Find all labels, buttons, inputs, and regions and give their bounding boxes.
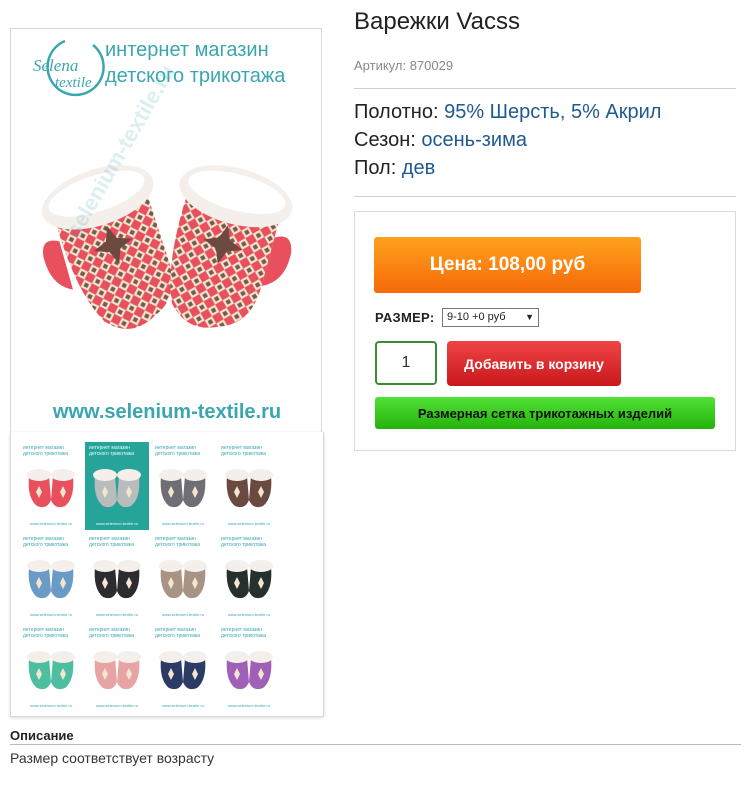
- thumb-header: интернет магазин детского трикотажа: [89, 627, 135, 639]
- thumb-header: интернет магазин детского трикотажа: [89, 536, 135, 548]
- thumb-header: интернет магазин детского трикотажа: [23, 445, 69, 457]
- thumb-mittens-icon: [93, 560, 141, 599]
- thumb-mittens-icon: [159, 651, 207, 690]
- thumb-url: www.selenium-textile.ru: [95, 612, 138, 617]
- sku-label: Артикул:: [354, 58, 407, 73]
- size-selected-value: 9-10 +0 руб: [447, 311, 506, 323]
- attribute-value: 95% Шерсть, 5% Акрил: [444, 101, 662, 123]
- thumb-mittens-icon: [225, 651, 273, 690]
- price-button[interactable]: Цена: 108,00 руб: [374, 237, 641, 293]
- thumb-grey[interactable]: интернет магазин детского трикотажа www.s…: [85, 442, 149, 530]
- size-label: РАЗМЕР:: [375, 310, 435, 325]
- thumb-url: www.selenium-textile.ru: [29, 521, 72, 526]
- thumb-url: www.selenium-textile.ru: [29, 703, 72, 708]
- thumb-header: интернет магазин детского трикотажа: [221, 536, 267, 548]
- attribute-label: Сезон:: [354, 129, 416, 151]
- thumb-header: интернет магазин детского трикотажа: [155, 627, 201, 639]
- thumb-black[interactable]: интернет магазин детского трикотажа www.s…: [85, 533, 149, 621]
- chevron-down-icon: ▼: [525, 312, 534, 322]
- thumb-url: www.selenium-textile.ru: [95, 703, 138, 708]
- divider: [354, 196, 736, 197]
- shop-tagline-line1: интернет магазин: [105, 39, 269, 61]
- thumb-dark-grey[interactable]: интернет магазин детского трикотажа www.s…: [151, 442, 215, 530]
- thumb-url: www.selenium-textile.ru: [227, 612, 270, 617]
- thumb-mittens-icon: [225, 560, 273, 599]
- site-url: www.selenium-textile.ru: [52, 401, 282, 423]
- thumb-mittens-icon: [27, 651, 75, 690]
- attribute-value: осень-зима: [421, 129, 527, 151]
- mittens-illustration: [41, 165, 293, 329]
- thumb-black-green[interactable]: интернет магазин детского трикотажа www.s…: [217, 533, 281, 621]
- product-title: Варежки Vacss: [354, 8, 520, 35]
- attribute-gender: Пол: дев: [354, 157, 435, 180]
- thumb-header: интернет магазин детского трикотажа: [23, 536, 69, 548]
- thumb-header: интернет магазин детского трикотажа: [89, 445, 135, 457]
- thumb-brown[interactable]: интернет магазин детского трикотажа www.s…: [217, 442, 281, 530]
- sku: Артикул: 870029: [354, 58, 453, 73]
- thumb-header: интернет магазин детского трикотажа: [23, 627, 69, 639]
- thumb-url: www.selenium-textile.ru: [227, 521, 270, 526]
- description-text: Размер соответствует возрасту: [10, 750, 215, 766]
- thumbnail-grid: интернет магазин детского трикотажа www.s…: [10, 432, 324, 717]
- thumb-mittens-icon: [27, 560, 75, 599]
- attribute-fabric: Полотно: 95% Шерсть, 5% Акрил: [354, 101, 661, 124]
- attribute-label: Пол:: [354, 157, 397, 179]
- thumb-url: www.selenium-textile.ru: [161, 703, 204, 708]
- size-select[interactable]: 9-10 +0 руб ▼: [442, 308, 539, 327]
- brand-name-line2: textile: [55, 75, 92, 91]
- thumb-header: интернет магазин детского трикотажа: [155, 445, 201, 457]
- thumb-mittens-icon: [27, 469, 75, 508]
- thumb-navy[interactable]: интернет магазин детского трикотажа www.s…: [151, 624, 215, 712]
- thumb-url: www.selenium-textile.ru: [95, 521, 138, 526]
- thumb-mint[interactable]: интернет магазин детского трикотажа www.s…: [19, 624, 83, 712]
- divider: [10, 744, 741, 745]
- thumb-purple[interactable]: интернет магазин детского трикотажа www.s…: [217, 624, 281, 712]
- description-heading: Описание: [10, 728, 74, 743]
- thumb-header: интернет магазин детского трикотажа: [221, 627, 267, 639]
- thumb-mittens-icon: [93, 469, 141, 508]
- thumb-url: www.selenium-textile.ru: [227, 703, 270, 708]
- thumb-pink[interactable]: интернет магазин детского трикотажа www.s…: [85, 624, 149, 712]
- size-chart-button[interactable]: Размерная сетка трикотажных изделий: [375, 397, 715, 429]
- shop-tagline: интернет магазин детского трикотажа: [105, 37, 315, 89]
- thumb-mittens-icon: [225, 469, 273, 508]
- quantity-input[interactable]: 1: [375, 341, 437, 385]
- thumb-url: www.selenium-textile.ru: [161, 521, 204, 526]
- brand-logo: Selena textile: [25, 39, 105, 99]
- add-to-cart-button[interactable]: Добавить в корзину: [447, 341, 621, 386]
- thumb-mittens-icon: [93, 651, 141, 690]
- thumb-header: интернет магазин детского трикотажа: [221, 445, 267, 457]
- thumb-blue[interactable]: интернет магазин детского трикотажа www.s…: [19, 533, 83, 621]
- thumb-mittens-icon: [159, 469, 207, 508]
- thumb-red[interactable]: интернет магазин детского трикотажа www.s…: [19, 442, 83, 530]
- divider: [354, 88, 736, 89]
- thumb-mittens-icon: [159, 560, 207, 599]
- thumb-beige[interactable]: интернет магазин детского трикотажа www.s…: [151, 533, 215, 621]
- thumb-url: www.selenium-textile.ru: [29, 612, 72, 617]
- thumb-url: www.selenium-textile.ru: [161, 612, 204, 617]
- attribute-value: дев: [401, 157, 436, 179]
- attribute-season: Сезон: осень-зима: [354, 129, 527, 152]
- brand-name-line1: Selena: [33, 56, 78, 75]
- attribute-label: Полотно:: [354, 101, 439, 123]
- thumb-header: интернет магазин детского трикотажа: [155, 536, 201, 548]
- sku-value: 870029: [409, 58, 454, 73]
- shop-tagline-line2: детского трикотажа: [105, 65, 286, 87]
- product-main-image[interactable]: Selena textile интернет магазин детского…: [10, 28, 322, 432]
